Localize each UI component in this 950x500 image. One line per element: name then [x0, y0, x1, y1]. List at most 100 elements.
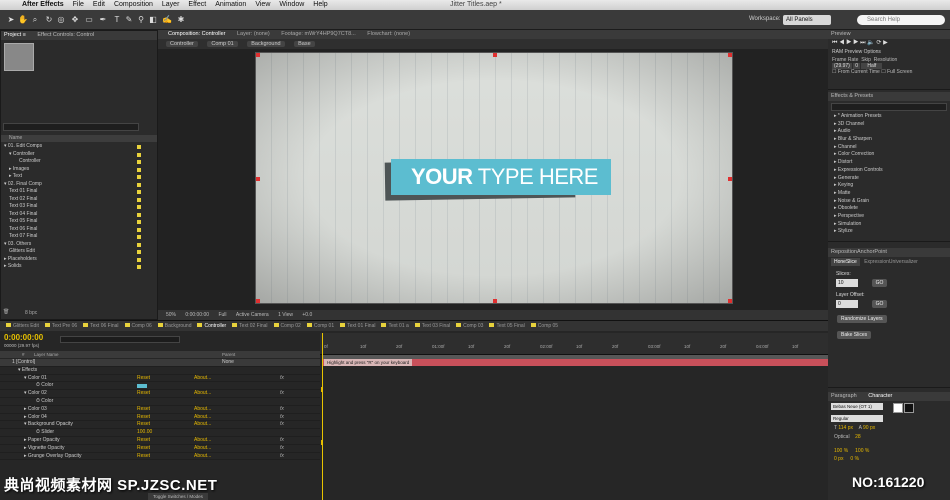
timeline-tab[interactable]: Text 02 Final: [232, 321, 268, 331]
font-size-value[interactable]: 114 px: [838, 425, 853, 431]
prev-frame-icon[interactable]: ◀: [839, 40, 844, 46]
about-link[interactable]: About...: [194, 421, 211, 429]
label-color-swatch[interactable]: [137, 175, 141, 179]
reset-link[interactable]: Reset: [137, 406, 150, 414]
first-frame-icon[interactable]: ⏮: [832, 40, 837, 46]
tab-honeslice[interactable]: HoneSlice: [831, 258, 860, 266]
rotate-tool-icon[interactable]: ↻: [44, 15, 54, 25]
workspace-select[interactable]: All Panels: [783, 15, 831, 25]
timeline-timecode[interactable]: 0:00:00:00: [4, 333, 43, 342]
effects-category[interactable]: ▸ Keying: [828, 182, 950, 190]
effects-category[interactable]: ▸ Stylize: [828, 228, 950, 236]
audio-icon[interactable]: 🔈: [867, 40, 874, 46]
tab-character[interactable]: Character: [868, 393, 892, 399]
fx-icon[interactable]: fx: [280, 421, 284, 429]
breadcrumb-background[interactable]: Background: [247, 41, 285, 47]
fx-icon[interactable]: fx: [280, 445, 284, 453]
zoom-select[interactable]: 50%: [166, 312, 176, 318]
label-color-swatch[interactable]: [137, 205, 141, 209]
project-item[interactable]: Text 02 Final: [1, 196, 157, 204]
project-item[interactable]: Text 03 Final: [1, 203, 157, 211]
project-item[interactable]: Text 05 Final: [1, 218, 157, 226]
timeline-tab[interactable]: Comp 06: [124, 321, 152, 331]
timeline-tab[interactable]: Text 03 Final: [414, 321, 450, 331]
timeline-property-row[interactable]: ▸ Color 03 Reset About... fx: [0, 406, 320, 414]
timeline-property-row[interactable]: ▾ Color 01 Reset About... fx: [0, 375, 320, 383]
next-frame-icon[interactable]: ▶: [853, 40, 858, 46]
play-icon[interactable]: ▶: [846, 40, 851, 46]
timeline-property-row[interactable]: ▸ Paper Opacity Reset About... fx: [0, 437, 320, 445]
timeline-property-row[interactable]: ▾ Color 02 Reset About... fx: [0, 390, 320, 398]
puppet-tool-icon[interactable]: ✱: [176, 15, 186, 25]
kerning-value[interactable]: Optical: [834, 434, 850, 440]
menu-help[interactable]: Help: [313, 0, 327, 10]
color-swatch[interactable]: [137, 384, 147, 389]
project-item[interactable]: Text 07 Final: [1, 233, 157, 241]
about-link[interactable]: About...: [194, 390, 211, 398]
effects-category[interactable]: ▸ Color Correction: [828, 151, 950, 159]
project-search-input[interactable]: [3, 123, 139, 131]
label-color-swatch[interactable]: [137, 182, 141, 187]
effects-category[interactable]: ▸ Distort: [828, 159, 950, 167]
menu-window[interactable]: Window: [279, 0, 304, 10]
view-layout-select[interactable]: 1 View: [278, 312, 293, 318]
project-item[interactable]: ▾ 03. Others: [1, 241, 157, 249]
timeline-property-row[interactable]: ⏱ Color: [0, 398, 320, 406]
menu-animation[interactable]: Animation: [215, 0, 246, 10]
font-family-select[interactable]: Bebas Neue (OT 1): [831, 403, 883, 410]
effects-category[interactable]: ▸ Generate: [828, 175, 950, 183]
timeline-property-row[interactable]: ▸ Vignette Opacity Reset About... fx: [0, 445, 320, 453]
effects-category[interactable]: ▸ Matte: [828, 190, 950, 198]
transform-handle[interactable]: [728, 299, 732, 303]
menu-app-name[interactable]: After Effects: [22, 0, 64, 10]
transform-handle[interactable]: [256, 177, 260, 181]
effects-category[interactable]: ▸ 3D Channel: [828, 121, 950, 129]
label-color-swatch[interactable]: [137, 145, 141, 149]
camera-tool-icon[interactable]: ◎: [56, 15, 66, 25]
timeline-tab[interactable]: Comp 02: [273, 321, 301, 331]
timeline-tab[interactable]: Background: [157, 321, 191, 331]
tab-effect-controls[interactable]: Effect Controls: Control: [37, 32, 94, 38]
fx-icon[interactable]: fx: [280, 390, 284, 398]
project-item[interactable]: ▸ Images: [1, 166, 157, 174]
effects-category[interactable]: ▸ Simulation: [828, 221, 950, 229]
effects-category[interactable]: ▸ Audio: [828, 128, 950, 136]
timeline-tab[interactable]: Text 01 Final: [340, 321, 375, 331]
menu-edit[interactable]: Edit: [93, 0, 105, 10]
tracking-value[interactable]: 28: [855, 434, 861, 440]
current-time-indicator[interactable]: [322, 333, 323, 500]
layer-offset-go-button[interactable]: GO: [871, 300, 888, 308]
vertical-scale-value[interactable]: 100 %: [834, 448, 848, 454]
tab-project[interactable]: Project ≡: [4, 32, 26, 38]
project-item[interactable]: ▸ Text: [1, 173, 157, 181]
hand-tool-icon[interactable]: ✋: [18, 15, 28, 25]
project-item[interactable]: ▾ Controller: [1, 151, 157, 159]
apple-icon[interactable]: [7, 0, 13, 10]
timeline-tab[interactable]: Controller: [197, 321, 226, 331]
project-item[interactable]: Text 06 Final: [1, 226, 157, 234]
timeline-property-row[interactable]: ▾ Effects: [0, 367, 320, 375]
project-item[interactable]: Text 01 Final: [1, 188, 157, 196]
roto-brush-tool-icon[interactable]: ✍: [162, 15, 172, 25]
label-color-swatch[interactable]: [137, 265, 141, 269]
zoom-tool-icon[interactable]: ⌕: [30, 15, 40, 25]
project-column-header[interactable]: Name: [1, 135, 157, 142]
property-value[interactable]: None: [222, 359, 234, 367]
timeline-property-row[interactable]: ⏱ Color: [0, 382, 320, 391]
fx-icon[interactable]: fx: [280, 375, 284, 383]
timeline-tab[interactable]: Comp 03: [456, 321, 483, 331]
tab-flowchart[interactable]: Flowchart: (none): [367, 31, 410, 37]
search-help-input[interactable]: Search Help: [857, 15, 945, 25]
menu-composition[interactable]: Composition: [114, 0, 153, 10]
bpc-label[interactable]: 8 bpc: [25, 310, 37, 316]
about-link[interactable]: About...: [194, 437, 211, 445]
timeline-property-row[interactable]: ▾ Background Opacity Reset About... fx: [0, 421, 320, 430]
timeline-property-row[interactable]: ▸ Color 04 Reset About... fx: [0, 414, 320, 422]
full-screen-checkbox[interactable]: Full Screen: [887, 69, 912, 75]
fill-color-swatch[interactable]: [892, 403, 903, 414]
effects-category[interactable]: ▸ Obsolete: [828, 205, 950, 213]
type-tool-icon[interactable]: T: [112, 15, 122, 25]
label-color-swatch[interactable]: [137, 160, 141, 164]
label-color-swatch[interactable]: [137, 220, 141, 224]
tab-footage[interactable]: Footage: mWrY4HP9Q7CT8...: [281, 31, 355, 37]
